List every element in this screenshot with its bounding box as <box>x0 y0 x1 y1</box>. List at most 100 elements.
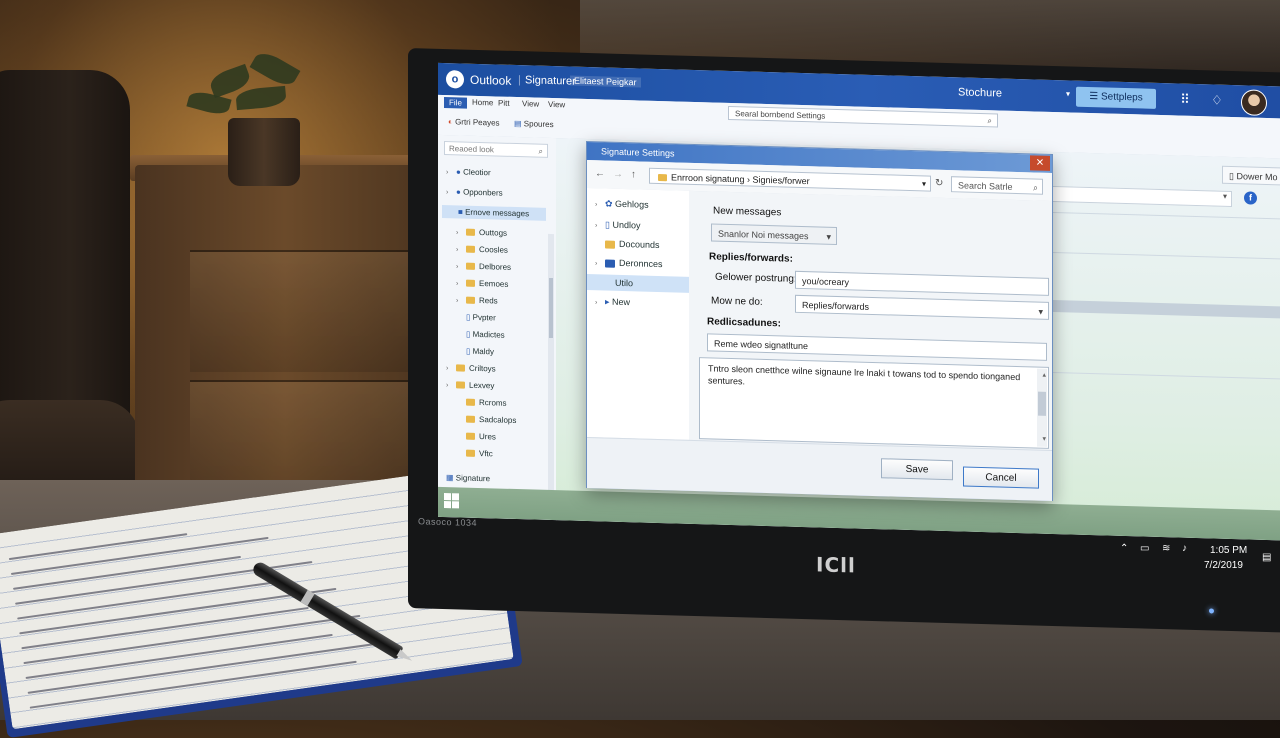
dower-button-label: Dower Mo <box>1236 171 1277 182</box>
settings-icon: ☰ <box>1089 91 1101 102</box>
facebook-icon[interactable]: f <box>1244 191 1257 204</box>
nav-item[interactable]: Rcroms <box>456 397 507 407</box>
tab-view[interactable]: View <box>522 99 539 108</box>
nav-item-selected[interactable]: ■ Ernove messages <box>442 205 546 221</box>
save-button[interactable]: Save <box>881 458 953 480</box>
search-input[interactable]: Searal bornbend Settings ⌕ <box>728 106 998 128</box>
settings-button[interactable]: ☰ Settpleps <box>1076 87 1156 109</box>
new-messages-select[interactable]: Snanlor Noi messages ▾ <box>711 223 837 245</box>
dialog-title: Signature Settings <box>601 146 675 158</box>
address-path[interactable]: Enrroon signatung › Signies/forwer ▾ <box>649 168 931 192</box>
field2-value: Replies/forwards <box>802 300 869 312</box>
nav-item[interactable]: ›Coosles <box>456 244 508 254</box>
notifications-icon[interactable]: ▤ <box>1262 552 1271 563</box>
nav-item-label: Ures <box>479 432 496 441</box>
apps-grid-icon[interactable]: ⠿ <box>1176 90 1194 109</box>
tray-time[interactable]: 1:05 PM <box>1210 545 1247 556</box>
dropdown-caret-icon[interactable]: ▾ <box>1066 89 1070 98</box>
scroll-down-icon[interactable]: ▾ <box>1042 434 1046 446</box>
up-icon[interactable]: ↑ <box>631 169 636 180</box>
nav-item[interactable]: ▯ Maldy <box>456 346 494 356</box>
tab-pitt[interactable]: Pitt <box>498 99 510 108</box>
title-center-label[interactable]: Stochure <box>958 86 1002 99</box>
tree-item[interactable]: ›▸ New <box>595 296 630 308</box>
content-dropdown[interactable]: ▾ <box>1030 185 1232 207</box>
close-icon[interactable]: ✕ <box>1030 155 1050 171</box>
nav-item[interactable]: ›Outtogs <box>456 227 507 237</box>
tab-file[interactable]: File <box>444 97 467 109</box>
field1-value: you/ocreary <box>802 276 849 287</box>
dower-button[interactable]: ▯ Dower Mo <box>1222 166 1280 186</box>
tree-item-selected[interactable]: Utilo <box>587 274 689 293</box>
field2-label: Mow ne do: <box>711 295 763 307</box>
cancel-button[interactable]: Cancel <box>963 467 1039 489</box>
tree-item[interactable]: ›✿ Gehlogs <box>595 198 649 210</box>
app-title: Outlook <box>470 73 511 88</box>
tab-home[interactable]: Home <box>472 98 493 108</box>
chevron-down-icon: ▾ <box>1038 303 1043 320</box>
nav-item[interactable]: ▯ Madictes <box>456 329 505 339</box>
volume-icon[interactable]: ♪ <box>1182 543 1187 554</box>
tree-item-label: New <box>612 297 630 308</box>
monitor-brand-logo: ICll <box>816 552 856 577</box>
content-divider <box>1026 251 1280 259</box>
nav-item[interactable]: ›● Opponbers <box>446 187 503 198</box>
dialog-search-input[interactable]: Search Satrle ⌕ <box>951 176 1043 195</box>
windows-start-icon[interactable] <box>444 493 460 509</box>
signature-name-input[interactable]: Reme wdeo signatltune <box>707 333 1047 360</box>
nav-item[interactable]: ›● Cleotior <box>446 167 491 177</box>
nav-item[interactable]: Vftc <box>456 448 493 458</box>
tree-item[interactable]: Docounds <box>595 238 660 250</box>
folder-icon <box>466 263 475 270</box>
screen: o Outlook | Signaturer Elitaest Peigkar … <box>438 63 1280 541</box>
field1-input[interactable]: you/ocreary <box>795 271 1049 296</box>
nav-item[interactable]: ›Delbores <box>456 261 511 272</box>
chevron-down-icon: ▾ <box>1223 192 1227 201</box>
textarea-scrollbar-thumb[interactable] <box>1038 392 1046 416</box>
folder-search-input[interactable]: Reaoed look ⌕ <box>444 141 548 158</box>
ribbon-button-people[interactable]: ◐ Grtri Peayes <box>448 117 500 127</box>
power-led <box>1209 608 1214 613</box>
nav-item[interactable]: Ures <box>456 431 496 441</box>
nav-signature[interactable]: ▦ Signature <box>446 473 490 483</box>
folder-scrollbar-thumb[interactable] <box>549 278 553 338</box>
nav-item[interactable]: ›Lexvey <box>446 380 494 390</box>
nav-item[interactable]: ›Criltoys <box>446 363 496 373</box>
nav-item[interactable]: ›Eemoes <box>456 278 508 288</box>
signature-icon: ▦ <box>446 473 456 482</box>
refresh-icon[interactable]: ↻ <box>935 178 943 189</box>
scroll-up-icon[interactable]: ▴ <box>1042 370 1046 382</box>
tree-item[interactable]: ›▯ Undloy <box>595 219 640 231</box>
forward-icon[interactable]: → <box>613 169 623 180</box>
title-tab[interactable]: Elitaest Peigkar <box>570 76 641 88</box>
back-icon[interactable]: ← <box>595 168 605 179</box>
network-icon[interactable]: ▭ <box>1140 543 1149 554</box>
nav-item-label: Criltoys <box>469 364 496 374</box>
nav-item-label: Reds <box>479 296 498 306</box>
search-icon: ⌕ <box>539 145 543 159</box>
tray-date[interactable]: 7/2/2019 <box>1204 560 1243 571</box>
ribbon-button-sources[interactable]: ▤ Spoures <box>514 119 554 129</box>
folder-icon <box>456 382 465 389</box>
search-icon: ⌕ <box>988 114 992 128</box>
tab-view-2[interactable]: View <box>548 100 565 109</box>
tree-item[interactable]: ›Deronnces <box>595 257 663 269</box>
new-icon: ▸ <box>605 297 612 307</box>
title-breadcrumb[interactable]: Signaturer <box>525 74 576 87</box>
field2-select[interactable]: Replies/forwards ▾ <box>795 295 1049 320</box>
folder-scrollbar[interactable] <box>548 234 554 504</box>
notification-icon[interactable]: ♢ <box>1208 91 1226 110</box>
nav-item[interactable]: Sadcalops <box>456 414 516 425</box>
chevron-down-icon: ▾ <box>922 176 926 192</box>
nav-item-label: Vftc <box>479 449 493 458</box>
nav-signature-label: Signature <box>456 473 490 483</box>
nav-item[interactable]: ›Reds <box>456 295 498 305</box>
section-label: Redlicsadunes: <box>707 316 781 329</box>
signature-body-textarea[interactable]: Tntro sleon cnetthce wilne signaune lre … <box>699 357 1049 449</box>
tray-chevron-icon[interactable]: ⌃ <box>1120 543 1128 554</box>
nav-item[interactable]: ▯ Pvpter <box>456 312 496 322</box>
tree-item-label: Deronnces <box>619 258 663 269</box>
user-avatar[interactable] <box>1241 89 1267 116</box>
dialog-search-text: Search Satrle <box>958 180 1013 192</box>
wifi-icon[interactable]: ≋ <box>1162 543 1170 554</box>
